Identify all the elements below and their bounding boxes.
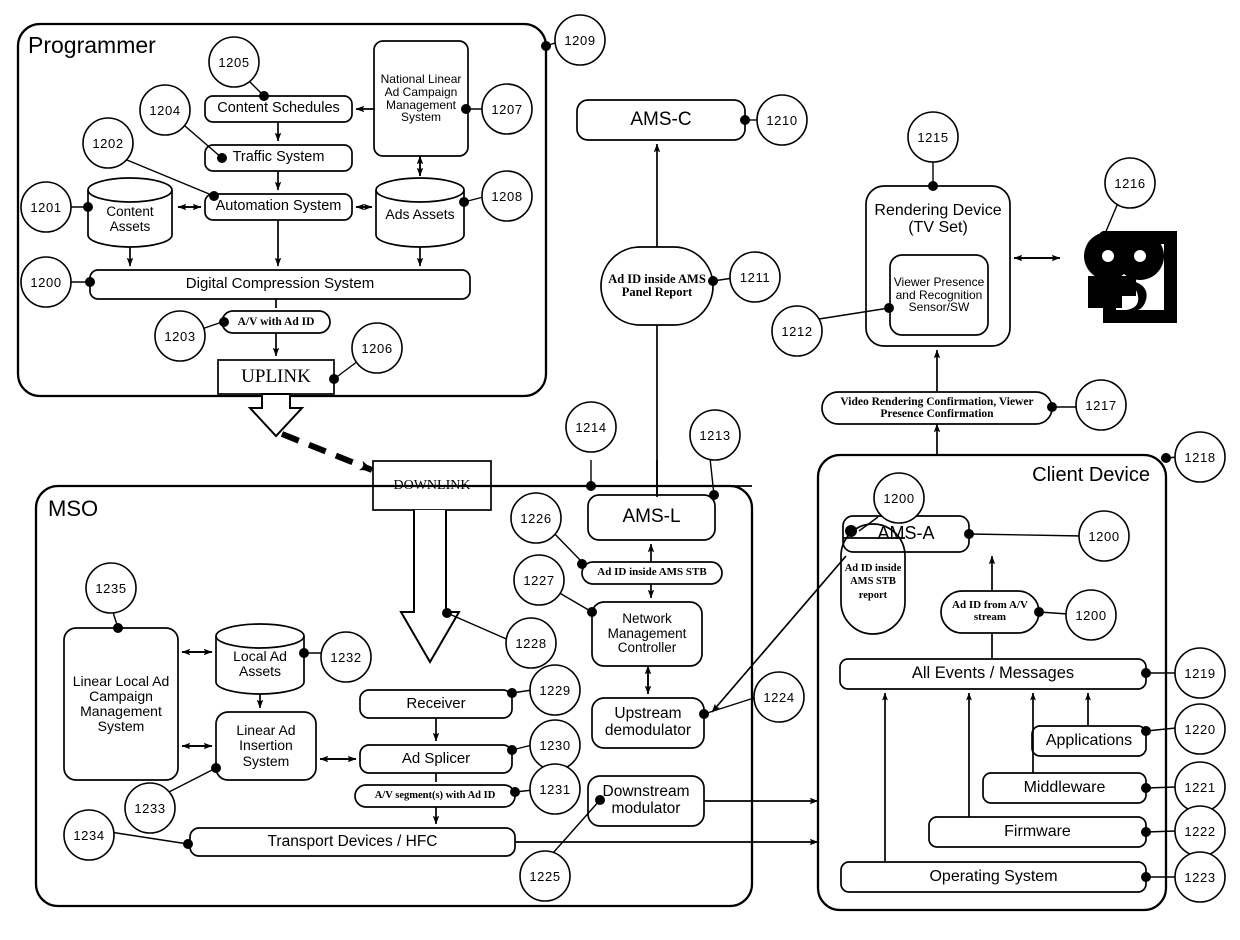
ref-1224: 1224 (763, 689, 795, 705)
node-traffic-system[interactable] (204, 144, 353, 172)
node-viewer-sensor[interactable] (889, 254, 989, 336)
node-operating-system[interactable] (840, 861, 1147, 893)
ref-1200a: 1200 (30, 274, 62, 290)
ref-1211: 1211 (739, 269, 771, 285)
node-firmware[interactable] (928, 816, 1147, 848)
node-av-with-ad-id[interactable] (221, 310, 331, 334)
node-av-segments[interactable] (354, 784, 516, 808)
ref-1215: 1215 (917, 129, 949, 145)
node-digital-compression[interactable] (89, 269, 471, 300)
ref-1210: 1210 (766, 112, 798, 128)
figure-canvas: Programmer Content Schedules Traffic Sys… (0, 0, 1240, 940)
ref-1212: 1212 (781, 323, 813, 339)
ref-1200d: 1200 (1075, 607, 1107, 623)
ref-1221: 1221 (1184, 779, 1216, 795)
node-linear-local-campaign[interactable] (63, 627, 179, 781)
ref-1204: 1204 (149, 102, 181, 118)
node-local-ad-assets[interactable] (215, 623, 305, 695)
ref-1225: 1225 (529, 868, 561, 884)
ref-1233: 1233 (134, 800, 166, 816)
node-ad-id-panel-report[interactable] (600, 246, 714, 326)
ref-1220: 1220 (1184, 721, 1216, 737)
ref-1230: 1230 (539, 737, 571, 753)
lead-dots (83, 41, 1171, 882)
ref-1227: 1227 (523, 572, 555, 588)
ref-1228: 1228 (515, 635, 547, 651)
ref-1234: 1234 (73, 827, 105, 843)
node-all-events[interactable] (839, 658, 1147, 690)
downlink-block-arrow (399, 510, 461, 664)
node-ad-splicer[interactable] (359, 744, 513, 774)
node-ams-c[interactable] (576, 99, 746, 141)
node-video-rendering-confirmation[interactable] (821, 391, 1053, 425)
ref-1203: 1203 (164, 328, 196, 344)
ref-1200c: 1200 (1088, 528, 1120, 544)
ref-1222: 1222 (1184, 823, 1216, 839)
node-national-campaign[interactable] (373, 40, 469, 157)
node-transport-devices[interactable] (189, 827, 516, 857)
ref-1217: 1217 (1085, 397, 1117, 413)
edge-uplink-to-downlink (280, 431, 374, 473)
ref-1200b: 1200 (883, 490, 915, 506)
node-network-mgmt-controller[interactable] (591, 601, 703, 667)
ref-1205: 1205 (218, 54, 250, 70)
ref-1209: 1209 (564, 32, 596, 48)
ref-1229: 1229 (539, 682, 571, 698)
ref-1201: 1201 (30, 199, 62, 215)
node-ads-assets[interactable] (375, 177, 465, 248)
viewer-person-icon (1084, 231, 1177, 323)
ref-1213: 1213 (699, 427, 731, 443)
node-ad-id-stb-report[interactable] (840, 523, 906, 635)
ref-1208: 1208 (491, 188, 523, 204)
uplink-block-arrow (247, 393, 305, 438)
node-downstream-modulator[interactable] (587, 775, 705, 827)
ref-1202: 1202 (92, 135, 124, 151)
node-receiver[interactable] (359, 689, 513, 719)
ref-1207: 1207 (491, 101, 523, 117)
node-ad-id-ams-stb[interactable] (581, 561, 723, 585)
ref-1214: 1214 (575, 419, 607, 435)
diagram-vector-layer (16, 14, 1226, 912)
ref-1235: 1235 (95, 580, 127, 596)
node-uplink[interactable] (217, 359, 335, 395)
node-middleware[interactable] (982, 772, 1147, 804)
node-ams-l[interactable] (587, 494, 716, 541)
ref-1216: 1216 (1114, 175, 1146, 191)
ref-1226: 1226 (520, 510, 552, 526)
node-content-schedules[interactable] (204, 95, 353, 123)
ref-1232: 1232 (330, 649, 362, 665)
ref-1206: 1206 (361, 340, 393, 356)
ref-1223: 1223 (1184, 869, 1216, 885)
node-content-assets[interactable] (87, 177, 173, 248)
mso-container (34, 484, 754, 908)
reference-circles (20, 14, 1226, 903)
node-linear-ad-insertion[interactable] (215, 711, 317, 781)
ref-1218: 1218 (1184, 449, 1216, 465)
node-ad-id-from-av[interactable] (940, 590, 1040, 634)
ref-1231: 1231 (539, 781, 571, 797)
programmer-container (16, 22, 548, 398)
node-applications[interactable] (1031, 725, 1147, 757)
node-upstream-demodulator[interactable] (591, 697, 705, 749)
node-automation-system[interactable] (204, 193, 353, 221)
ref-1219: 1219 (1184, 665, 1216, 681)
